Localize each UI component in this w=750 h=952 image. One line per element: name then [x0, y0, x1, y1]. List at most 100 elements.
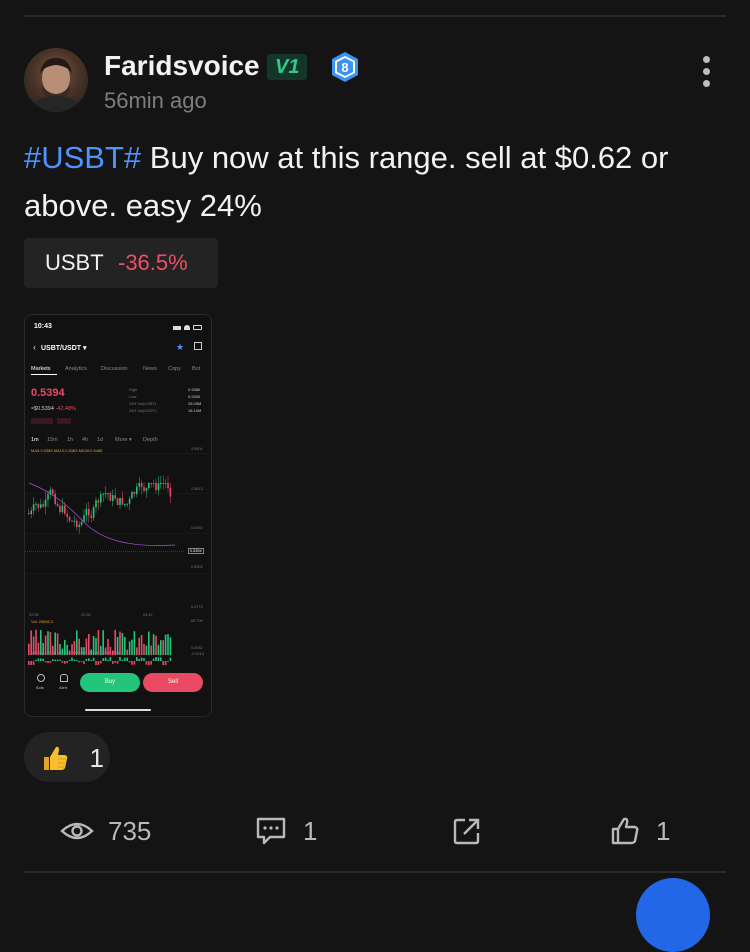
- macd-label: MACD(12,26,9) MACD:0.0005 DIF:-0.0005 DE…: [31, 651, 120, 655]
- interval-4h[interactable]: 4h: [82, 437, 88, 443]
- interval-1h[interactable]: 1h: [67, 437, 73, 443]
- interval-1m[interactable]: 1m: [31, 437, 39, 443]
- interval-depth[interactable]: Depth: [143, 437, 158, 443]
- candle-body: [97, 500, 100, 503]
- candle-body: [35, 503, 37, 505]
- macd-bar: [32, 661, 35, 665]
- candle-body: [140, 483, 143, 488]
- macd-bar: [30, 661, 32, 665]
- bottom-divider: [24, 871, 726, 873]
- views-stat: 735: [60, 813, 170, 849]
- alert-label: Alert: [59, 685, 68, 690]
- candle-body: [136, 486, 138, 494]
- volume-bar: [121, 633, 124, 655]
- candle-body: [116, 498, 119, 506]
- macd-bar: [73, 659, 76, 661]
- likes-count: 1: [656, 816, 671, 846]
- volume-bar: [140, 634, 143, 655]
- hashtag-link[interactable]: #USBT#: [24, 140, 141, 175]
- tab-analytics[interactable]: Analytics: [65, 366, 87, 372]
- macd-bar: [59, 659, 61, 661]
- macd-bar: [66, 661, 68, 664]
- candle-body: [167, 483, 169, 488]
- macd-bar: [61, 661, 64, 663]
- candle-body: [112, 495, 114, 501]
- macd-bar: [148, 661, 150, 665]
- tab-markets[interactable]: Markets: [31, 366, 51, 372]
- stat-low: 0.5300: [188, 394, 201, 399]
- candle-body: [40, 504, 42, 508]
- volume-bar: [162, 640, 164, 655]
- share-icon[interactable]: [194, 342, 202, 350]
- candle-body: [157, 483, 160, 491]
- candle-body: [131, 491, 133, 499]
- tab-discussion[interactable]: Discussion: [101, 366, 128, 372]
- top-divider: [24, 15, 726, 17]
- volume-bar: [138, 637, 140, 655]
- candle-body: [143, 487, 145, 491]
- volume-bar: [143, 643, 145, 655]
- back-icon[interactable]: ‹: [33, 342, 36, 352]
- attached-screenshot[interactable]: 10:43 ‹ USBT/USDT ▾ ★ Markets Analytics …: [24, 314, 212, 717]
- interval-15m[interactable]: 15m: [47, 437, 58, 443]
- candle-body: [155, 483, 157, 491]
- reaction-chip[interactable]: 1: [24, 732, 110, 782]
- candle-body: [107, 493, 109, 495]
- candle-body: [56, 503, 59, 506]
- vol-axis: 65.70K: [191, 619, 204, 623]
- mini-tags: [31, 418, 85, 424]
- more-options-icon[interactable]: [698, 56, 714, 90]
- candle-body: [83, 515, 85, 522]
- post-text: #USBT# Buy now at this range. sell at $0…: [24, 134, 724, 230]
- candle-body: [138, 483, 140, 487]
- candle-body: [61, 505, 64, 513]
- comments-count: 1: [303, 816, 318, 846]
- coin-tag[interactable]: USBT -36.5%: [24, 238, 218, 288]
- macd-bar: [90, 659, 92, 661]
- macd-bar: [169, 657, 172, 661]
- macd-bar: [160, 657, 162, 661]
- candle-body: [76, 520, 78, 527]
- macd-bar: [76, 659, 78, 661]
- candle-body: [152, 483, 155, 484]
- candle-body: [145, 488, 148, 491]
- macd-bar: [102, 658, 104, 661]
- macd-bar: [126, 657, 128, 661]
- macd-bar: [40, 658, 42, 661]
- buy-button[interactable]: Buy: [80, 673, 140, 692]
- eye-icon: [60, 822, 94, 840]
- tab-copy[interactable]: Copy: [168, 366, 181, 372]
- tab-bot[interactable]: Bot: [192, 366, 200, 372]
- interval-1d[interactable]: 1d: [97, 437, 103, 443]
- interval-more[interactable]: More ▾: [115, 437, 132, 443]
- share-button[interactable]: [452, 813, 482, 849]
- like-button[interactable]: 1: [610, 813, 680, 849]
- pair-title[interactable]: USBT/USDT ▾: [41, 344, 87, 352]
- bots-icon[interactable]: [37, 674, 45, 682]
- stat-high: 0.9380: [188, 387, 201, 392]
- tab-news[interactable]: News: [143, 366, 157, 372]
- sell-button[interactable]: Sell: [143, 673, 203, 692]
- floating-action-button[interactable]: [636, 878, 710, 952]
- macd-bar: [145, 661, 148, 665]
- author-name[interactable]: Faridsvoice: [104, 50, 260, 82]
- volume-bar: [148, 631, 150, 655]
- candle-body: [80, 521, 83, 525]
- level-badge-icon: 8: [332, 52, 358, 82]
- macd-axis-0: 0.0032: [191, 646, 203, 650]
- candle-body: [88, 509, 90, 516]
- candle-body: [92, 507, 95, 518]
- macd-bar: [109, 657, 112, 661]
- time-2: 22:42: [143, 613, 153, 617]
- macd-bar: [140, 657, 143, 661]
- comments-button[interactable]: 1: [255, 813, 325, 849]
- alert-icon[interactable]: [60, 674, 68, 682]
- candle-body: [95, 500, 97, 508]
- axis-5: 0.4773: [191, 605, 203, 609]
- candle-body: [133, 491, 136, 494]
- stat-label-high: High: [129, 387, 138, 392]
- axis-0: 0.5504: [191, 447, 203, 451]
- star-icon[interactable]: ★: [176, 342, 184, 353]
- avatar[interactable]: [24, 48, 88, 112]
- coin-change: -36.5%: [118, 250, 188, 275]
